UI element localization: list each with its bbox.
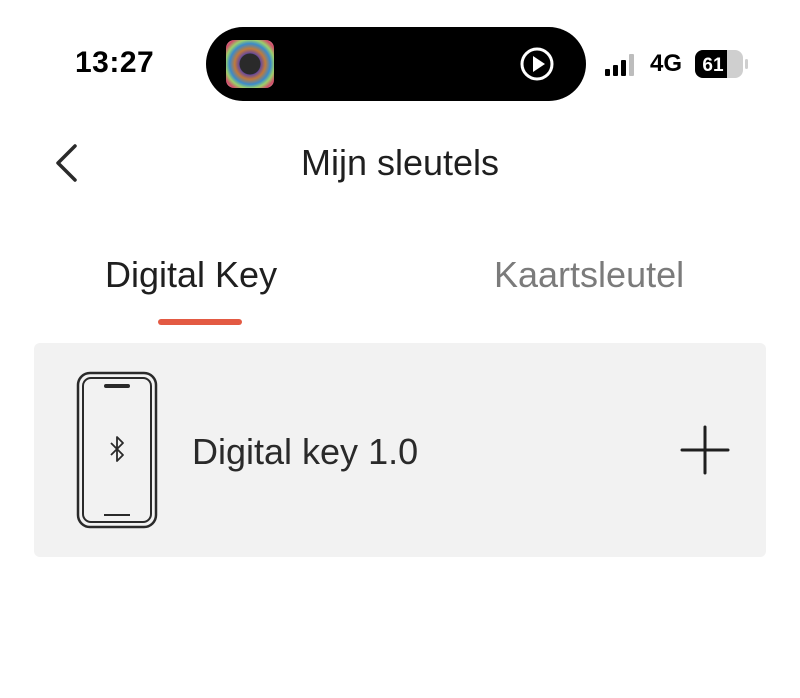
status-bar: 13:27 4G 61	[0, 0, 800, 110]
back-button[interactable]	[48, 140, 88, 186]
network-label: 4G	[650, 50, 683, 77]
battery-level: 61	[702, 55, 724, 76]
album-art-icon[interactable]	[226, 40, 274, 88]
signal-icon	[605, 54, 634, 76]
active-tab-indicator	[158, 319, 242, 325]
tab-kaartsleutel[interactable]: Kaartsleutel	[494, 254, 684, 296]
dynamic-island[interactable]	[206, 27, 586, 101]
play-icon[interactable]	[518, 45, 556, 83]
phone-bluetooth-icon	[76, 371, 158, 529]
digital-key-card[interactable]: Digital key 1.0	[34, 343, 766, 557]
battery-icon: 61	[695, 50, 748, 78]
plus-icon	[680, 425, 730, 475]
add-key-button[interactable]	[680, 425, 730, 475]
page-header: Mijn sleutels	[0, 120, 800, 210]
bluetooth-icon	[110, 436, 124, 462]
chevron-left-icon	[56, 144, 77, 182]
digital-key-label: Digital key 1.0	[192, 431, 419, 472]
key-tabs: Digital Key Kaartsleutel	[0, 240, 800, 335]
page-title: Mijn sleutels	[300, 142, 500, 183]
status-time: 13:27	[75, 46, 155, 79]
tab-digital-key[interactable]: Digital Key	[105, 254, 277, 296]
